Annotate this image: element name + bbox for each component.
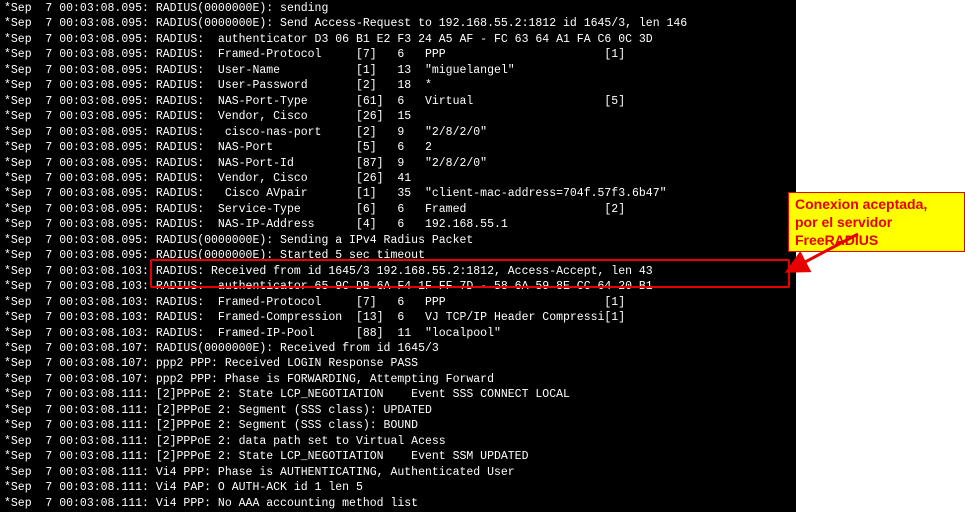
- log-line: *Sep 7 00:03:08.111: Vi4 PAP: O AUTH-ACK…: [4, 480, 792, 495]
- log-line: *Sep 7 00:03:08.095: RADIUS: User-Name […: [4, 63, 792, 78]
- log-line: *Sep 7 00:03:08.095: RADIUS(0000000E): s…: [4, 1, 792, 16]
- log-line: *Sep 7 00:03:08.095: RADIUS: User-Passwo…: [4, 78, 792, 93]
- log-line: *Sep 7 00:03:08.095: RADIUS: Vendor, Cis…: [4, 171, 792, 186]
- log-line: *Sep 7 00:03:08.095: RADIUS: Vendor, Cis…: [4, 109, 792, 124]
- right-white-area: [788, 0, 965, 512]
- log-line: *Sep 7 00:03:08.111: [2]PPPoE 2: State L…: [4, 387, 792, 402]
- log-line: *Sep 7 00:03:08.103: RADIUS: Framed-Prot…: [4, 295, 792, 310]
- terminal-output: *Sep 7 00:03:08.095: RADIUS(0000000E): s…: [0, 0, 796, 512]
- log-line: *Sep 7 00:03:08.111: [2]PPPoE 2: Segment…: [4, 403, 792, 418]
- log-line: *Sep 7 00:03:08.111: Vi4 PPP: No AAA acc…: [4, 496, 792, 511]
- log-line: *Sep 7 00:03:08.095: RADIUS(0000000E): S…: [4, 248, 792, 263]
- log-line: *Sep 7 00:03:08.107: RADIUS(0000000E): R…: [4, 341, 792, 356]
- log-line: *Sep 7 00:03:08.095: RADIUS: NAS-Port-Id…: [4, 156, 792, 171]
- log-line: *Sep 7 00:03:08.111: [2]PPPoE 2: data pa…: [4, 434, 792, 449]
- annotation-callout: Conexion aceptada, por el servidor FreeR…: [788, 192, 965, 252]
- log-line: *Sep 7 00:03:08.107: ppp2 PPP: Phase is …: [4, 372, 792, 387]
- log-line: *Sep 7 00:03:08.103: RADIUS: authenticat…: [4, 279, 792, 294]
- log-line: *Sep 7 00:03:08.111: [2]PPPoE 2: State L…: [4, 449, 792, 464]
- log-line: *Sep 7 00:03:08.095: RADIUS(0000000E): S…: [4, 16, 792, 31]
- log-line: *Sep 7 00:03:08.095: RADIUS: NAS-IP-Addr…: [4, 217, 792, 232]
- log-line: *Sep 7 00:03:08.095: RADIUS: Service-Typ…: [4, 202, 792, 217]
- log-line: *Sep 7 00:03:08.095: RADIUS: Framed-Prot…: [4, 47, 792, 62]
- log-line: *Sep 7 00:03:08.103: RADIUS: Framed-Comp…: [4, 310, 792, 325]
- log-line: *Sep 7 00:03:08.095: RADIUS: authenticat…: [4, 32, 792, 47]
- log-line: *Sep 7 00:03:08.095: RADIUS: cisco-nas-p…: [4, 125, 792, 140]
- callout-text-line1: Conexion aceptada,: [795, 196, 927, 212]
- callout-text-line2: por el servidor FreeRADIUS: [795, 214, 892, 248]
- log-line: *Sep 7 00:03:08.103: RADIUS: Framed-IP-P…: [4, 326, 792, 341]
- log-line: *Sep 7 00:03:08.103: RADIUS: Received fr…: [4, 264, 792, 279]
- log-line: *Sep 7 00:03:08.107: ppp2 PPP: Received …: [4, 356, 792, 371]
- log-line: *Sep 7 00:03:08.095: RADIUS: NAS-Port [5…: [4, 140, 792, 155]
- log-line: *Sep 7 00:03:08.095: RADIUS(0000000E): S…: [4, 233, 792, 248]
- log-line: *Sep 7 00:03:08.095: RADIUS: NAS-Port-Ty…: [4, 94, 792, 109]
- log-line: *Sep 7 00:03:08.095: RADIUS: Cisco AVpai…: [4, 186, 792, 201]
- log-line: *Sep 7 00:03:08.111: [2]PPPoE 2: Segment…: [4, 418, 792, 433]
- log-line: *Sep 7 00:03:08.111: Vi4 PPP: Phase is A…: [4, 465, 792, 480]
